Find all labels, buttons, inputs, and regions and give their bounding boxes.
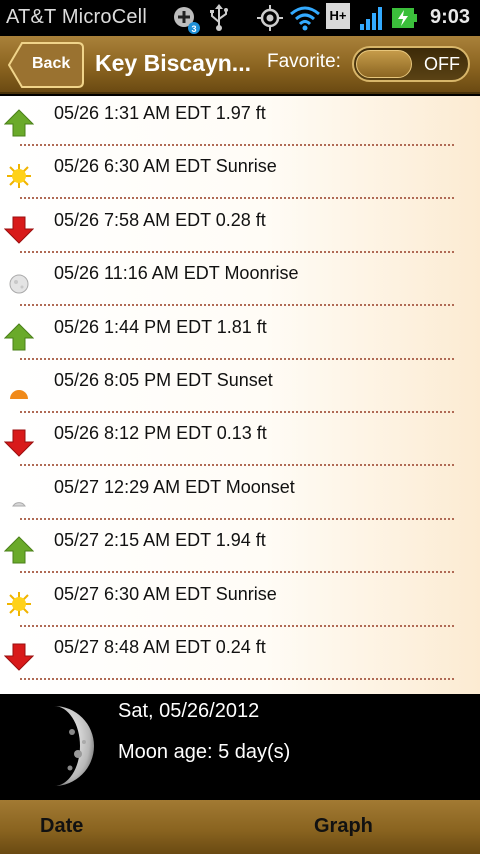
sunrise-icon bbox=[4, 161, 34, 191]
tab-date-label: Date bbox=[40, 815, 84, 837]
high-tide-icon bbox=[3, 108, 35, 138]
back-button-label: Back bbox=[32, 55, 71, 72]
usb-icon bbox=[208, 4, 230, 37]
row-divider bbox=[20, 677, 454, 680]
sunrise-icon bbox=[4, 589, 34, 619]
row-divider bbox=[20, 144, 454, 146]
favorite-toggle-state: OFF bbox=[424, 54, 460, 74]
add-notification-icon: 3 bbox=[172, 4, 202, 39]
moon-age: Moon age: 5 day(s) bbox=[118, 741, 291, 763]
high-tide-icon bbox=[3, 535, 35, 565]
wifi-icon bbox=[289, 4, 321, 37]
notification-count: 3 bbox=[191, 24, 196, 34]
list-item[interactable]: 05/27 12:29 AM EDT Moonset bbox=[0, 470, 480, 523]
favorite-toggle[interactable]: OFF bbox=[352, 46, 470, 82]
list-item[interactable]: 05/26 7:58 AM EDT 0.28 ft bbox=[0, 203, 480, 256]
back-button[interactable]: Back bbox=[8, 42, 84, 88]
gps-icon bbox=[256, 4, 284, 37]
row-divider bbox=[20, 250, 454, 253]
row-divider bbox=[20, 197, 454, 200]
row-divider bbox=[20, 357, 454, 360]
low-tide-icon bbox=[3, 642, 35, 672]
favorite-label: Favorite: bbox=[267, 51, 341, 72]
event-text: 05/27 6:30 AM EDT Sunrise bbox=[54, 583, 277, 604]
event-text: 05/26 8:05 PM EDT Sunset bbox=[54, 369, 273, 390]
event-text: 05/27 8:48 AM EDT 0.24 ft bbox=[54, 636, 266, 657]
clock: 9:03 bbox=[429, 6, 470, 28]
row-divider bbox=[20, 517, 454, 520]
event-text: 05/26 11:16 AM EDT Moonrise bbox=[54, 263, 299, 284]
low-tide-icon bbox=[3, 215, 35, 245]
list-item[interactable]: 05/26 1:44 PM EDT 1.81 ft bbox=[0, 310, 480, 363]
low-tide-icon bbox=[3, 428, 35, 458]
list-item[interactable]: 05/26 11:16 AM EDT Moonrise bbox=[0, 256, 480, 309]
list-item[interactable]: 05/26 6:30 AM EDT Sunrise bbox=[0, 149, 480, 202]
toggle-knob bbox=[356, 50, 412, 78]
tab-graph[interactable]: Graph bbox=[240, 800, 480, 854]
event-text: 05/26 7:58 AM EDT 0.28 ft bbox=[54, 209, 266, 230]
event-text: 05/27 2:15 AM EDT 1.94 ft bbox=[54, 530, 266, 551]
list-item[interactable]: 05/26 8:05 PM EDT Sunset bbox=[0, 363, 480, 416]
row-divider bbox=[20, 571, 454, 574]
row-divider bbox=[20, 624, 454, 627]
list-item[interactable]: 05/26 8:12 PM EDT 0.13 ft bbox=[0, 416, 480, 469]
tab-date[interactable]: Date bbox=[0, 800, 240, 854]
event-text: 05/26 8:12 PM EDT 0.13 ft bbox=[54, 423, 267, 444]
event-text: 05/26 6:30 AM EDT Sunrise bbox=[54, 156, 277, 177]
moonrise-icon bbox=[4, 268, 34, 298]
moon-info-panel: Sat, 05/26/2012 Moon age: 5 day(s) bbox=[0, 694, 480, 800]
bottom-tab-bar: Date Graph bbox=[0, 800, 480, 854]
app-header: Back Key Biscayn... Favorite: OFF bbox=[0, 36, 480, 94]
signal-icon bbox=[358, 4, 386, 37]
sunset-icon bbox=[4, 375, 34, 405]
moon-phase-icon bbox=[26, 702, 96, 795]
list-item[interactable]: 05/27 6:30 AM EDT Sunrise bbox=[0, 577, 480, 630]
page-title: Key Biscayn... bbox=[95, 50, 251, 76]
tab-graph-label: Graph bbox=[314, 815, 373, 837]
battery-icon bbox=[392, 6, 418, 35]
status-bar: AT&T MicroCell 3 H+ 9:03 bbox=[0, 0, 480, 36]
row-divider bbox=[20, 410, 454, 413]
moon-date: Sat, 05/26/2012 bbox=[118, 700, 260, 722]
carrier-name: AT&T MicroCell bbox=[6, 6, 147, 28]
list-item[interactable]: 05/26 1:31 AM EDT 1.97 ft bbox=[0, 96, 480, 149]
event-text: 05/27 12:29 AM EDT Moonset bbox=[54, 476, 295, 497]
row-divider bbox=[20, 464, 454, 467]
event-text: 05/26 1:31 AM EDT 1.97 ft bbox=[54, 103, 266, 123]
network-type-icon: H+ bbox=[326, 3, 350, 29]
tide-event-list[interactable]: 05/26 1:31 AM EDT 1.97 ft 05/26 6:30 AM E… bbox=[0, 96, 480, 694]
row-divider bbox=[20, 304, 454, 307]
high-tide-icon bbox=[3, 322, 35, 352]
list-item[interactable]: 05/27 2:15 AM EDT 1.94 ft bbox=[0, 523, 480, 576]
moonset-icon bbox=[4, 482, 34, 512]
event-text: 05/26 1:44 PM EDT 1.81 ft bbox=[54, 316, 267, 337]
list-item[interactable]: 05/27 8:48 AM EDT 0.24 ft bbox=[0, 630, 480, 683]
